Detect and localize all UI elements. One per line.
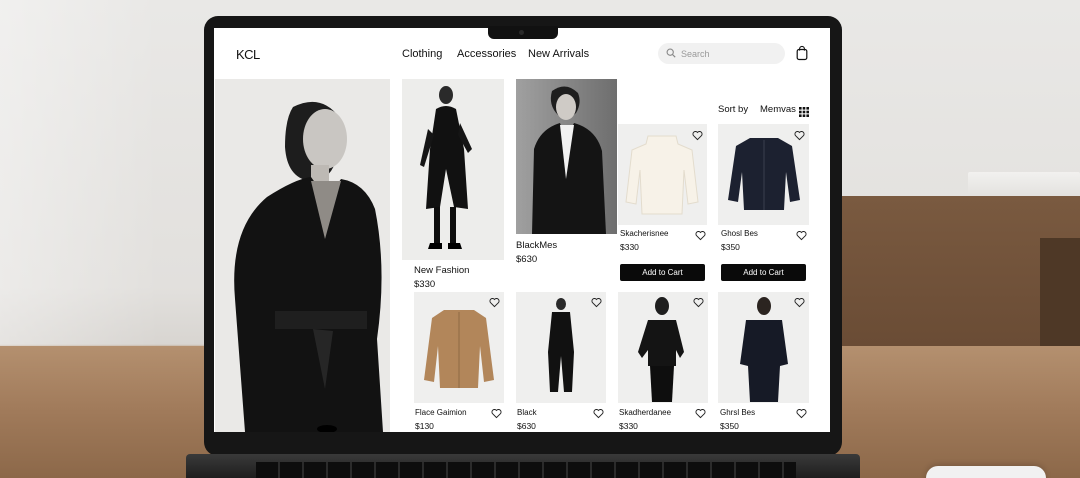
featured-photo-new-fashion[interactable] (402, 79, 504, 260)
heart-icon[interactable] (489, 297, 500, 308)
featured-name-new-fashion: New Fashion (414, 265, 470, 276)
brand-logo[interactable]: KCL (236, 47, 260, 62)
product-price: $130 (415, 421, 434, 431)
product-price: $350 (721, 242, 740, 252)
product-photo-camel-jacket[interactable] (414, 292, 504, 403)
add-to-cart-button[interactable]: Add to Cart (721, 264, 806, 281)
product-name: Flace Gaimion (415, 408, 467, 417)
store-page: KCL Clothing Accessories New Arrivals Se… (214, 28, 830, 432)
grid-view-icon[interactable] (799, 104, 809, 117)
laptop-keyboard (256, 462, 796, 478)
product-photo-navy-suit[interactable] (718, 292, 809, 403)
heart-icon[interactable] (693, 297, 704, 308)
product-name: Skacherisnee (620, 229, 669, 238)
background-cabinet (840, 196, 1080, 346)
heart-icon[interactable] (591, 297, 602, 308)
nav-new-arrivals[interactable]: New Arrivals (528, 48, 589, 60)
heart-icon[interactable] (491, 408, 502, 419)
product-name: Ghrsl Bes (720, 408, 756, 417)
featured-price-blackmes: $630 (516, 254, 538, 265)
featured-photo-blackmes[interactable] (516, 79, 617, 234)
product-name: Skadherdanee (619, 408, 672, 417)
product-price: $630 (517, 421, 536, 431)
product-price: $350 (720, 421, 739, 431)
product-photo-black-suit[interactable] (516, 292, 606, 403)
nav-clothing[interactable]: Clothing (402, 48, 442, 60)
product-photo-leather-jacket[interactable] (618, 292, 708, 403)
search-icon (666, 45, 676, 63)
hero-model-photo[interactable] (215, 79, 390, 432)
heart-icon[interactable] (794, 130, 805, 141)
product-price: $330 (620, 242, 639, 252)
heart-icon[interactable] (593, 408, 604, 419)
heart-icon[interactable] (695, 408, 706, 419)
featured-price-new-fashion: $330 (414, 279, 436, 290)
shopping-bag-icon[interactable] (796, 45, 808, 61)
heart-icon[interactable] (692, 130, 703, 141)
background-mouse (926, 466, 1046, 478)
product-price: $330 (619, 421, 638, 431)
heart-icon[interactable] (794, 297, 805, 308)
search-bar[interactable] (658, 43, 785, 64)
product-name: Ghosl Bes (721, 229, 758, 238)
search-input[interactable] (681, 48, 776, 59)
featured-name-blackmes: BlackMes (516, 240, 558, 251)
background-wall (0, 0, 160, 350)
heart-icon[interactable] (796, 408, 807, 419)
add-to-cart-button[interactable]: Add to Cart (620, 264, 705, 281)
sort-dropdown[interactable]: Memvas (760, 104, 796, 115)
heart-icon[interactable] (796, 230, 807, 241)
heart-icon[interactable] (695, 230, 706, 241)
nav-accessories[interactable]: Accessories (457, 48, 516, 60)
camera-icon (519, 30, 524, 35)
product-name: Black (517, 408, 537, 417)
sort-label: Sort by (718, 104, 749, 115)
